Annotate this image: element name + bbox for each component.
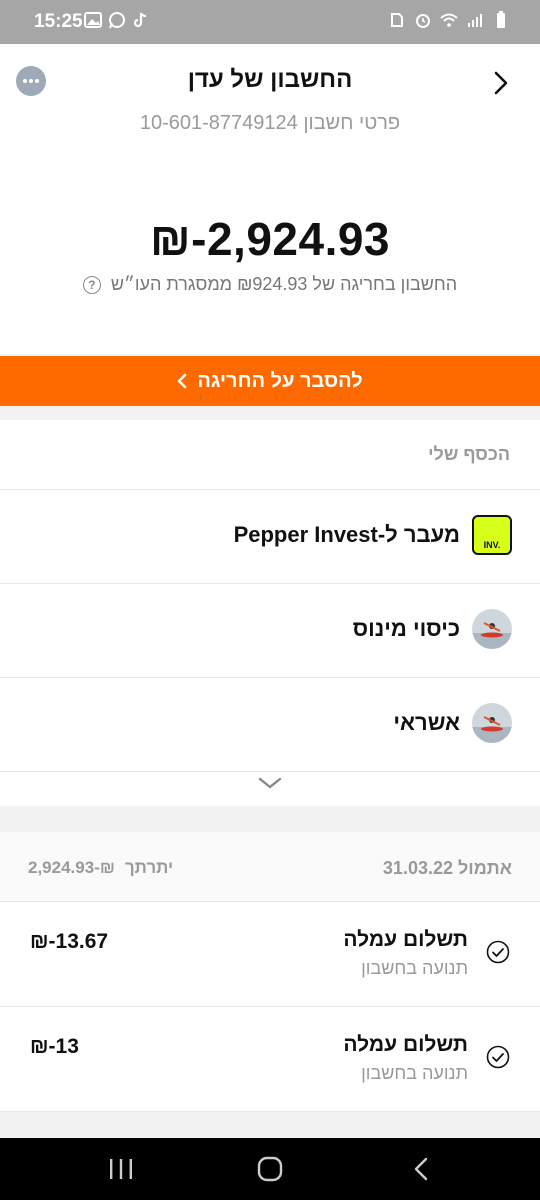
transactions-header: אתמול 31.03.22 יתרתך ₪-2,924.93 [0, 832, 540, 902]
tiktok-icon [133, 12, 147, 28]
whatsapp-icon [109, 12, 125, 29]
transaction-row[interactable]: תשלום עמלה תנועה בחשבון ₪-13 [0, 1007, 540, 1112]
page-title: החשבון של עדן [187, 66, 353, 93]
status-right-icons [388, 11, 510, 29]
chevron-down-icon [258, 777, 282, 789]
transaction-row[interactable]: תשלום עמלה תנועה בחשבון ₪-13.67 [0, 902, 540, 1007]
my-money-card: הכסף שלי INV. מעבר ל-Pepper Invest כיסוי… [0, 420, 540, 806]
back-chevron-icon[interactable] [490, 68, 512, 98]
day-balance-value: ₪-2,924.93 [28, 858, 115, 877]
status-left-icons [84, 11, 150, 29]
check-circle-icon [486, 1045, 510, 1069]
overdraft-note: ? החשבון בחריגה של ₪924.93 ממסגרת העו״ש [0, 274, 540, 295]
header: החשבון של עדן פרטי חשבון 10-601-87749124 [0, 44, 540, 154]
kayak-avatar-icon [472, 703, 512, 743]
inv-icon: INV. [472, 515, 512, 555]
alarm-icon [416, 14, 430, 28]
transaction-subtitle: תנועה בחשבון [361, 958, 468, 978]
cta-label: להסבר על החריגה [197, 369, 363, 392]
item-label: כיסוי מינוס [352, 616, 460, 641]
item-label: אשראי [393, 710, 460, 735]
check-circle-icon [486, 940, 510, 964]
save-icon [391, 13, 403, 27]
overdraft-text: החשבון בחריגה של ₪924.93 ממסגרת העו״ש [110, 274, 458, 294]
day-balance-label: יתרתך [124, 858, 174, 877]
balance-area: ₪-2,924.93 ? החשבון בחריגה של ₪924.93 ממ… [0, 154, 540, 354]
status-bar: 15:25 [0, 0, 540, 44]
list-item-minus-cover[interactable]: כיסוי מינוס [0, 584, 540, 678]
account-details[interactable]: פרטי חשבון 10-601-87749124 [0, 112, 540, 135]
day-balance: יתרתך ₪-2,924.93 [28, 858, 173, 878]
my-money-header: הכסף שלי [0, 420, 540, 490]
system-nav-bar [0, 1138, 540, 1200]
signal-icon [468, 14, 482, 27]
inv-icon-text: INV. [483, 540, 501, 550]
list-item-pepper-invest[interactable]: INV. מעבר ל-Pepper Invest [0, 490, 540, 584]
battery-icon [497, 11, 505, 28]
transaction-amount: ₪-13.67 [30, 930, 109, 953]
status-time: 15:25 [34, 11, 83, 32]
recent-apps-icon[interactable] [106, 1156, 136, 1182]
overdraft-explanation-button[interactable]: להסבר על החריגה [0, 356, 540, 406]
transaction-title: תשלום עמלה [343, 928, 468, 951]
expand-button[interactable] [0, 760, 540, 806]
transaction-title: תשלום עמלה [343, 1033, 468, 1056]
back-icon[interactable] [406, 1156, 436, 1182]
kayak-avatar-icon [472, 609, 512, 649]
balance-amount: ₪-2,924.93 [149, 213, 391, 265]
transaction-amount: ₪-13 [30, 1035, 79, 1058]
section-title: הכסף שלי [428, 444, 510, 464]
chevron-left-icon [178, 373, 187, 389]
list-item-credit[interactable]: אשראי [0, 678, 540, 772]
transaction-subtitle: תנועה בחשבון [361, 1063, 468, 1083]
item-label: מעבר ל-Pepper Invest [233, 522, 460, 547]
transactions-card: אתמול 31.03.22 יתרתך ₪-2,924.93 תשלום עמ… [0, 832, 540, 1112]
wifi-icon [440, 13, 458, 27]
transaction-date: אתמול 31.03.22 [382, 858, 512, 878]
home-icon[interactable] [255, 1156, 285, 1182]
gallery-icon [84, 12, 102, 28]
help-icon[interactable]: ? [82, 275, 101, 294]
